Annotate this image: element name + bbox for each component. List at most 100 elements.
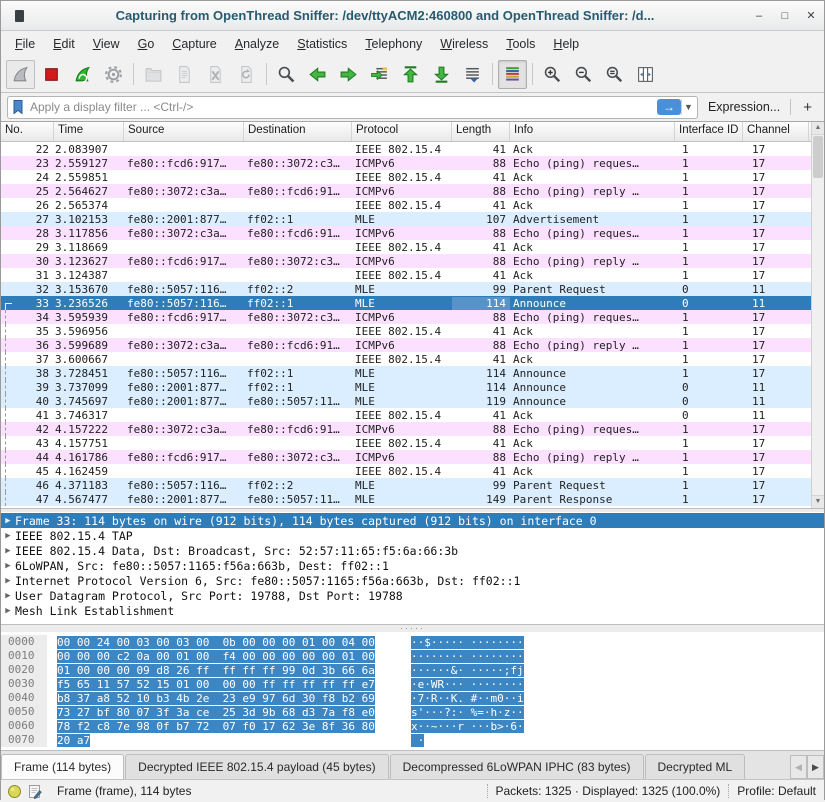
packet-row[interactable]: 252.564627fe80::3072:c3a…fe80::fcd6:91…I… bbox=[1, 184, 824, 198]
hex-bytes[interactable]: 73 27 bf 80 07 3f 3a ce 25 3d 9b 68 d3 7… bbox=[57, 706, 387, 719]
scroll-down-icon[interactable]: ▼ bbox=[812, 495, 824, 508]
packet-row[interactable]: 262.565374IEEE 802.15.441Ack117 bbox=[1, 198, 824, 212]
stop-capture-icon[interactable] bbox=[37, 60, 66, 89]
packet-row[interactable]: 353.596956IEEE 802.15.441Ack117 bbox=[1, 324, 824, 338]
detail-line[interactable]: ▶User Datagram Protocol, Src Port: 19788… bbox=[1, 588, 824, 603]
display-filter-box[interactable]: → ▼ bbox=[7, 96, 698, 119]
hex-ascii[interactable]: ······&· ·····;fj bbox=[411, 664, 524, 677]
detail-line[interactable]: ▶Internet Protocol Version 6, Src: fe80:… bbox=[1, 573, 824, 588]
column-header-interface-id[interactable]: Interface ID bbox=[675, 122, 743, 141]
column-header-protocol[interactable]: Protocol bbox=[352, 122, 452, 141]
bytes-tab[interactable]: Decompressed 6LoWPAN IPHC (83 bytes) bbox=[390, 754, 644, 779]
packet-row[interactable]: 242.559851IEEE 802.15.441Ack117 bbox=[1, 170, 824, 184]
bookmark-icon[interactable] bbox=[11, 99, 25, 115]
column-header-source[interactable]: Source bbox=[124, 122, 244, 141]
capture-options-icon[interactable] bbox=[99, 60, 128, 89]
detail-line[interactable]: ▶IEEE 802.15.4 TAP bbox=[1, 528, 824, 543]
hex-ascii[interactable]: s'···?:· %=·h·z·· bbox=[411, 706, 524, 719]
expand-arrow-icon[interactable]: ▶ bbox=[1, 546, 15, 556]
expand-arrow-icon[interactable]: ▶ bbox=[1, 531, 15, 541]
expand-arrow-icon[interactable]: ▶ bbox=[1, 606, 15, 616]
menu-item-capture[interactable]: Capture bbox=[164, 34, 224, 54]
apply-filter-button[interactable]: → bbox=[657, 99, 681, 115]
go-first-icon[interactable] bbox=[396, 60, 425, 89]
hex-ascii[interactable]: · bbox=[411, 734, 424, 747]
zoom-out-icon[interactable] bbox=[569, 60, 598, 89]
packet-row[interactable]: 323.153670fe80::5057:116…ff02::2MLE99Par… bbox=[1, 282, 824, 296]
menu-item-wireless[interactable]: Wireless bbox=[432, 34, 496, 54]
expand-arrow-icon[interactable]: ▶ bbox=[1, 561, 15, 571]
zoom-in-icon[interactable] bbox=[538, 60, 567, 89]
menu-item-edit[interactable]: Edit bbox=[45, 34, 83, 54]
details-bytes-splitter[interactable]: ····· bbox=[1, 624, 824, 632]
hex-bytes[interactable]: b8 37 a8 52 10 b3 4b 2e 23 e9 97 6d 30 f… bbox=[57, 692, 387, 705]
menu-item-telephony[interactable]: Telephony bbox=[357, 34, 430, 54]
go-back-icon[interactable] bbox=[303, 60, 332, 89]
menu-item-statistics[interactable]: Statistics bbox=[289, 34, 355, 54]
hex-row[interactable]: 000000 00 24 00 03 00 03 00 0b 00 00 00 … bbox=[1, 635, 824, 649]
packet-row[interactable]: 333.236526fe80::5057:116…ff02::1MLE114An… bbox=[1, 296, 824, 310]
packet-row[interactable]: 273.102153fe80::2001:877…ff02::1MLE107Ad… bbox=[1, 212, 824, 226]
maximize-button[interactable]: □ bbox=[772, 10, 798, 22]
zoom-reset-icon[interactable] bbox=[600, 60, 629, 89]
hex-row[interactable]: 006078 f2 c8 7e 98 0f b7 72 07 f0 17 62 … bbox=[1, 719, 824, 733]
go-to-packet-icon[interactable] bbox=[365, 60, 394, 89]
close-button[interactable]: ✕ bbox=[798, 9, 824, 22]
packet-row[interactable]: 474.567477fe80::2001:877…fe80::5057:11…M… bbox=[1, 492, 824, 506]
packet-row[interactable]: 232.559127fe80::fcd6:917…fe80::3072:c3…I… bbox=[1, 156, 824, 170]
go-last-icon[interactable] bbox=[427, 60, 456, 89]
tab-scroll-right-icon[interactable]: ▶ bbox=[807, 755, 824, 779]
add-filter-button[interactable]: + bbox=[797, 99, 818, 116]
packet-row[interactable]: 293.118669IEEE 802.15.441Ack117 bbox=[1, 240, 824, 254]
find-packet-icon[interactable] bbox=[272, 60, 301, 89]
expand-arrow-icon[interactable]: ▶ bbox=[1, 591, 15, 601]
column-header-info[interactable]: Info bbox=[510, 122, 675, 141]
packet-list-scrollbar[interactable]: ▲ ▼ bbox=[811, 122, 824, 508]
hex-row[interactable]: 005073 27 bf 80 07 3f 3a ce 25 3d 9b 68 … bbox=[1, 705, 824, 719]
menu-item-analyze[interactable]: Analyze bbox=[227, 34, 287, 54]
bytes-tab[interactable]: Frame (114 bytes) bbox=[1, 754, 124, 779]
capture-comment-icon[interactable] bbox=[28, 784, 43, 799]
bytes-tab[interactable]: Decrypted IEEE 802.15.4 payload (45 byte… bbox=[125, 754, 388, 779]
hex-ascii[interactable]: ········ ········ bbox=[411, 650, 524, 663]
packet-row[interactable]: 464.371183fe80::5057:116…ff02::2MLE99Par… bbox=[1, 478, 824, 492]
column-header-no-[interactable]: No. bbox=[1, 122, 54, 141]
menu-item-help[interactable]: Help bbox=[545, 34, 587, 54]
status-profile[interactable]: Profile: Default bbox=[737, 784, 816, 798]
packet-row[interactable]: 424.157222fe80::3072:c3a…fe80::fcd6:91…I… bbox=[1, 422, 824, 436]
packet-row[interactable]: 403.745697fe80::2001:877…fe80::5057:11…M… bbox=[1, 394, 824, 408]
detail-line[interactable]: ▶Mesh Link Establishment bbox=[1, 603, 824, 618]
hex-bytes[interactable]: 78 f2 c8 7e 98 0f b7 72 07 f0 17 62 3e 8… bbox=[57, 720, 387, 733]
packet-row[interactable]: 373.600667IEEE 802.15.441Ack117 bbox=[1, 352, 824, 366]
bytes-tab[interactable]: Decrypted ML bbox=[645, 754, 746, 779]
resize-columns-icon[interactable] bbox=[631, 60, 660, 89]
hex-bytes[interactable]: 01 00 00 00 09 d8 26 ff ff ff ff 99 0d 3… bbox=[57, 664, 387, 677]
filter-history-dropdown[interactable]: ▼ bbox=[681, 99, 695, 115]
packet-row[interactable]: 413.746317IEEE 802.15.441Ack011 bbox=[1, 408, 824, 422]
packet-row[interactable]: 313.124387IEEE 802.15.441Ack117 bbox=[1, 268, 824, 282]
restart-capture-icon[interactable] bbox=[68, 60, 97, 89]
tab-scroll-left-icon[interactable]: ◀ bbox=[790, 755, 807, 779]
go-forward-icon[interactable] bbox=[334, 60, 363, 89]
display-filter-input[interactable] bbox=[28, 99, 657, 115]
scroll-up-icon[interactable]: ▲ bbox=[812, 122, 824, 135]
column-header-destination[interactable]: Destination bbox=[244, 122, 352, 141]
packet-row[interactable]: 444.161786fe80::fcd6:917…fe80::3072:c3…I… bbox=[1, 450, 824, 464]
expression-button[interactable]: Expression... bbox=[704, 100, 784, 114]
hex-bytes[interactable]: 00 00 00 c2 0a 00 01 00 f4 00 00 00 00 0… bbox=[57, 650, 387, 663]
column-header-time[interactable]: Time bbox=[54, 122, 124, 141]
packet-row[interactable]: 383.728451fe80::5057:116…ff02::1MLE114An… bbox=[1, 366, 824, 380]
hex-row[interactable]: 001000 00 00 c2 0a 00 01 00 f4 00 00 00 … bbox=[1, 649, 824, 663]
hex-row[interactable]: 0030f5 65 11 57 52 15 01 00 00 00 ff ff … bbox=[1, 677, 824, 691]
packet-row[interactable]: 303.123627fe80::fcd6:917…fe80::3072:c3…I… bbox=[1, 254, 824, 268]
hex-row[interactable]: 0040b8 37 a8 52 10 b3 4b 2e 23 e9 97 6d … bbox=[1, 691, 824, 705]
start-capture-icon[interactable] bbox=[6, 60, 35, 89]
detail-line[interactable]: ▶IEEE 802.15.4 Data, Dst: Broadcast, Src… bbox=[1, 543, 824, 558]
packet-row[interactable]: 363.599689fe80::3072:c3a…fe80::fcd6:91…I… bbox=[1, 338, 824, 352]
packet-row[interactable]: 283.117856fe80::3072:c3a…fe80::fcd6:91…I… bbox=[1, 226, 824, 240]
expert-info-icon[interactable] bbox=[7, 784, 22, 799]
hex-bytes[interactable]: f5 65 11 57 52 15 01 00 00 00 ff ff ff f… bbox=[57, 678, 387, 691]
hex-bytes[interactable]: 00 00 24 00 03 00 03 00 0b 00 00 00 01 0… bbox=[57, 636, 387, 649]
hex-row[interactable]: 007020 a7 · bbox=[1, 733, 824, 747]
detail-line[interactable]: ▶Frame 33: 114 bytes on wire (912 bits),… bbox=[1, 513, 824, 528]
